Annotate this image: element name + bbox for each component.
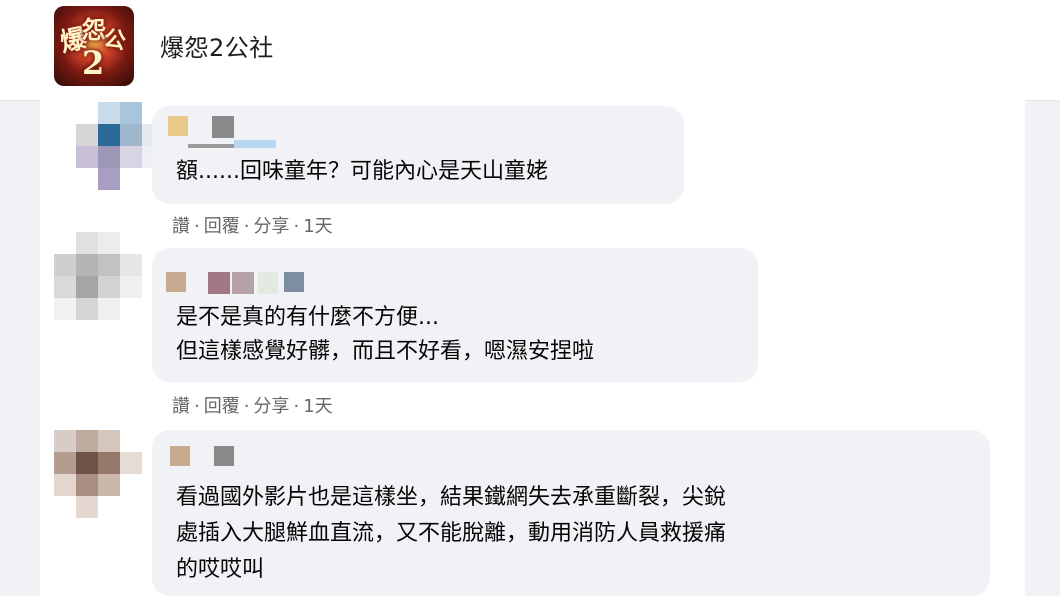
comment-text-line: 看過國外影片也是這樣坐，結果鐵網失去承重斷裂，尖銳 (176, 485, 727, 510)
comment-bubble: 是不是真的有什麼不方便... 但這樣感覺好髒，而且不好看，嗯濕安捏啦 (152, 248, 758, 382)
avatar-logo-lettering: 2 (82, 44, 105, 82)
separator: · (243, 396, 250, 417)
comment-text-line: 的哎哎叫 (176, 557, 265, 582)
reply-link[interactable]: 回覆 (204, 396, 240, 417)
page-header: 爆 怨 公 2 爆怨2公社 (0, 0, 1060, 101)
separator: · (293, 396, 300, 417)
separator: · (194, 396, 200, 417)
comment-actions: 讚 · 回覆 · 分享 · 1天 (172, 212, 333, 238)
timestamp[interactable]: 1天 (303, 216, 332, 237)
reply-link[interactable]: 回覆 (204, 216, 240, 237)
comment-feed: 額......回味童年？可能內心是天山童姥 讚 · 回覆 · 分享 · 1天 是不是真的有什… (40, 100, 1025, 596)
timestamp[interactable]: 1天 (303, 396, 332, 417)
comment-actions: 讚 · 回覆 · 分享 · 1天 (172, 392, 333, 418)
commenter-name-redacted[interactable] (166, 440, 256, 466)
share-link[interactable]: 分享 (253, 216, 289, 237)
comment-bubble: 看過國外影片也是這樣坐，結果鐵網失去承重斷裂，尖銳 處插入大腿鮮血直流，又不能脫… (152, 430, 990, 596)
page-title[interactable]: 爆怨2公社 (160, 28, 274, 63)
commenter-name-redacted[interactable] (166, 258, 306, 294)
share-link[interactable]: 分享 (253, 396, 289, 417)
commenter-name-redacted[interactable] (166, 116, 276, 148)
avatar-logo-lettering: 公 (101, 25, 128, 55)
comment-text-line: 但這樣感覺好髒，而且不好看，嗯濕安捏啦 (176, 339, 595, 364)
comment-bubble: 額......回味童年？可能內心是天山童姥 (152, 106, 684, 204)
comment-text: 額......回味童年？可能內心是天山童姥 (176, 159, 548, 184)
page-avatar[interactable]: 爆 怨 公 2 (54, 6, 134, 86)
commenter-avatar[interactable] (54, 232, 142, 320)
commenter-avatar[interactable] (76, 102, 164, 190)
like-link[interactable]: 讚 (172, 216, 190, 237)
separator: · (293, 216, 300, 237)
commenter-avatar[interactable] (54, 430, 142, 518)
comment-text-line: 處插入大腿鮮血直流，又不能脫離，動用消防人員救援痛 (176, 521, 727, 546)
separator: · (194, 216, 200, 237)
comment-text-line: 是不是真的有什麼不方便... (176, 305, 439, 330)
separator: · (243, 216, 250, 237)
like-link[interactable]: 讚 (172, 396, 190, 417)
